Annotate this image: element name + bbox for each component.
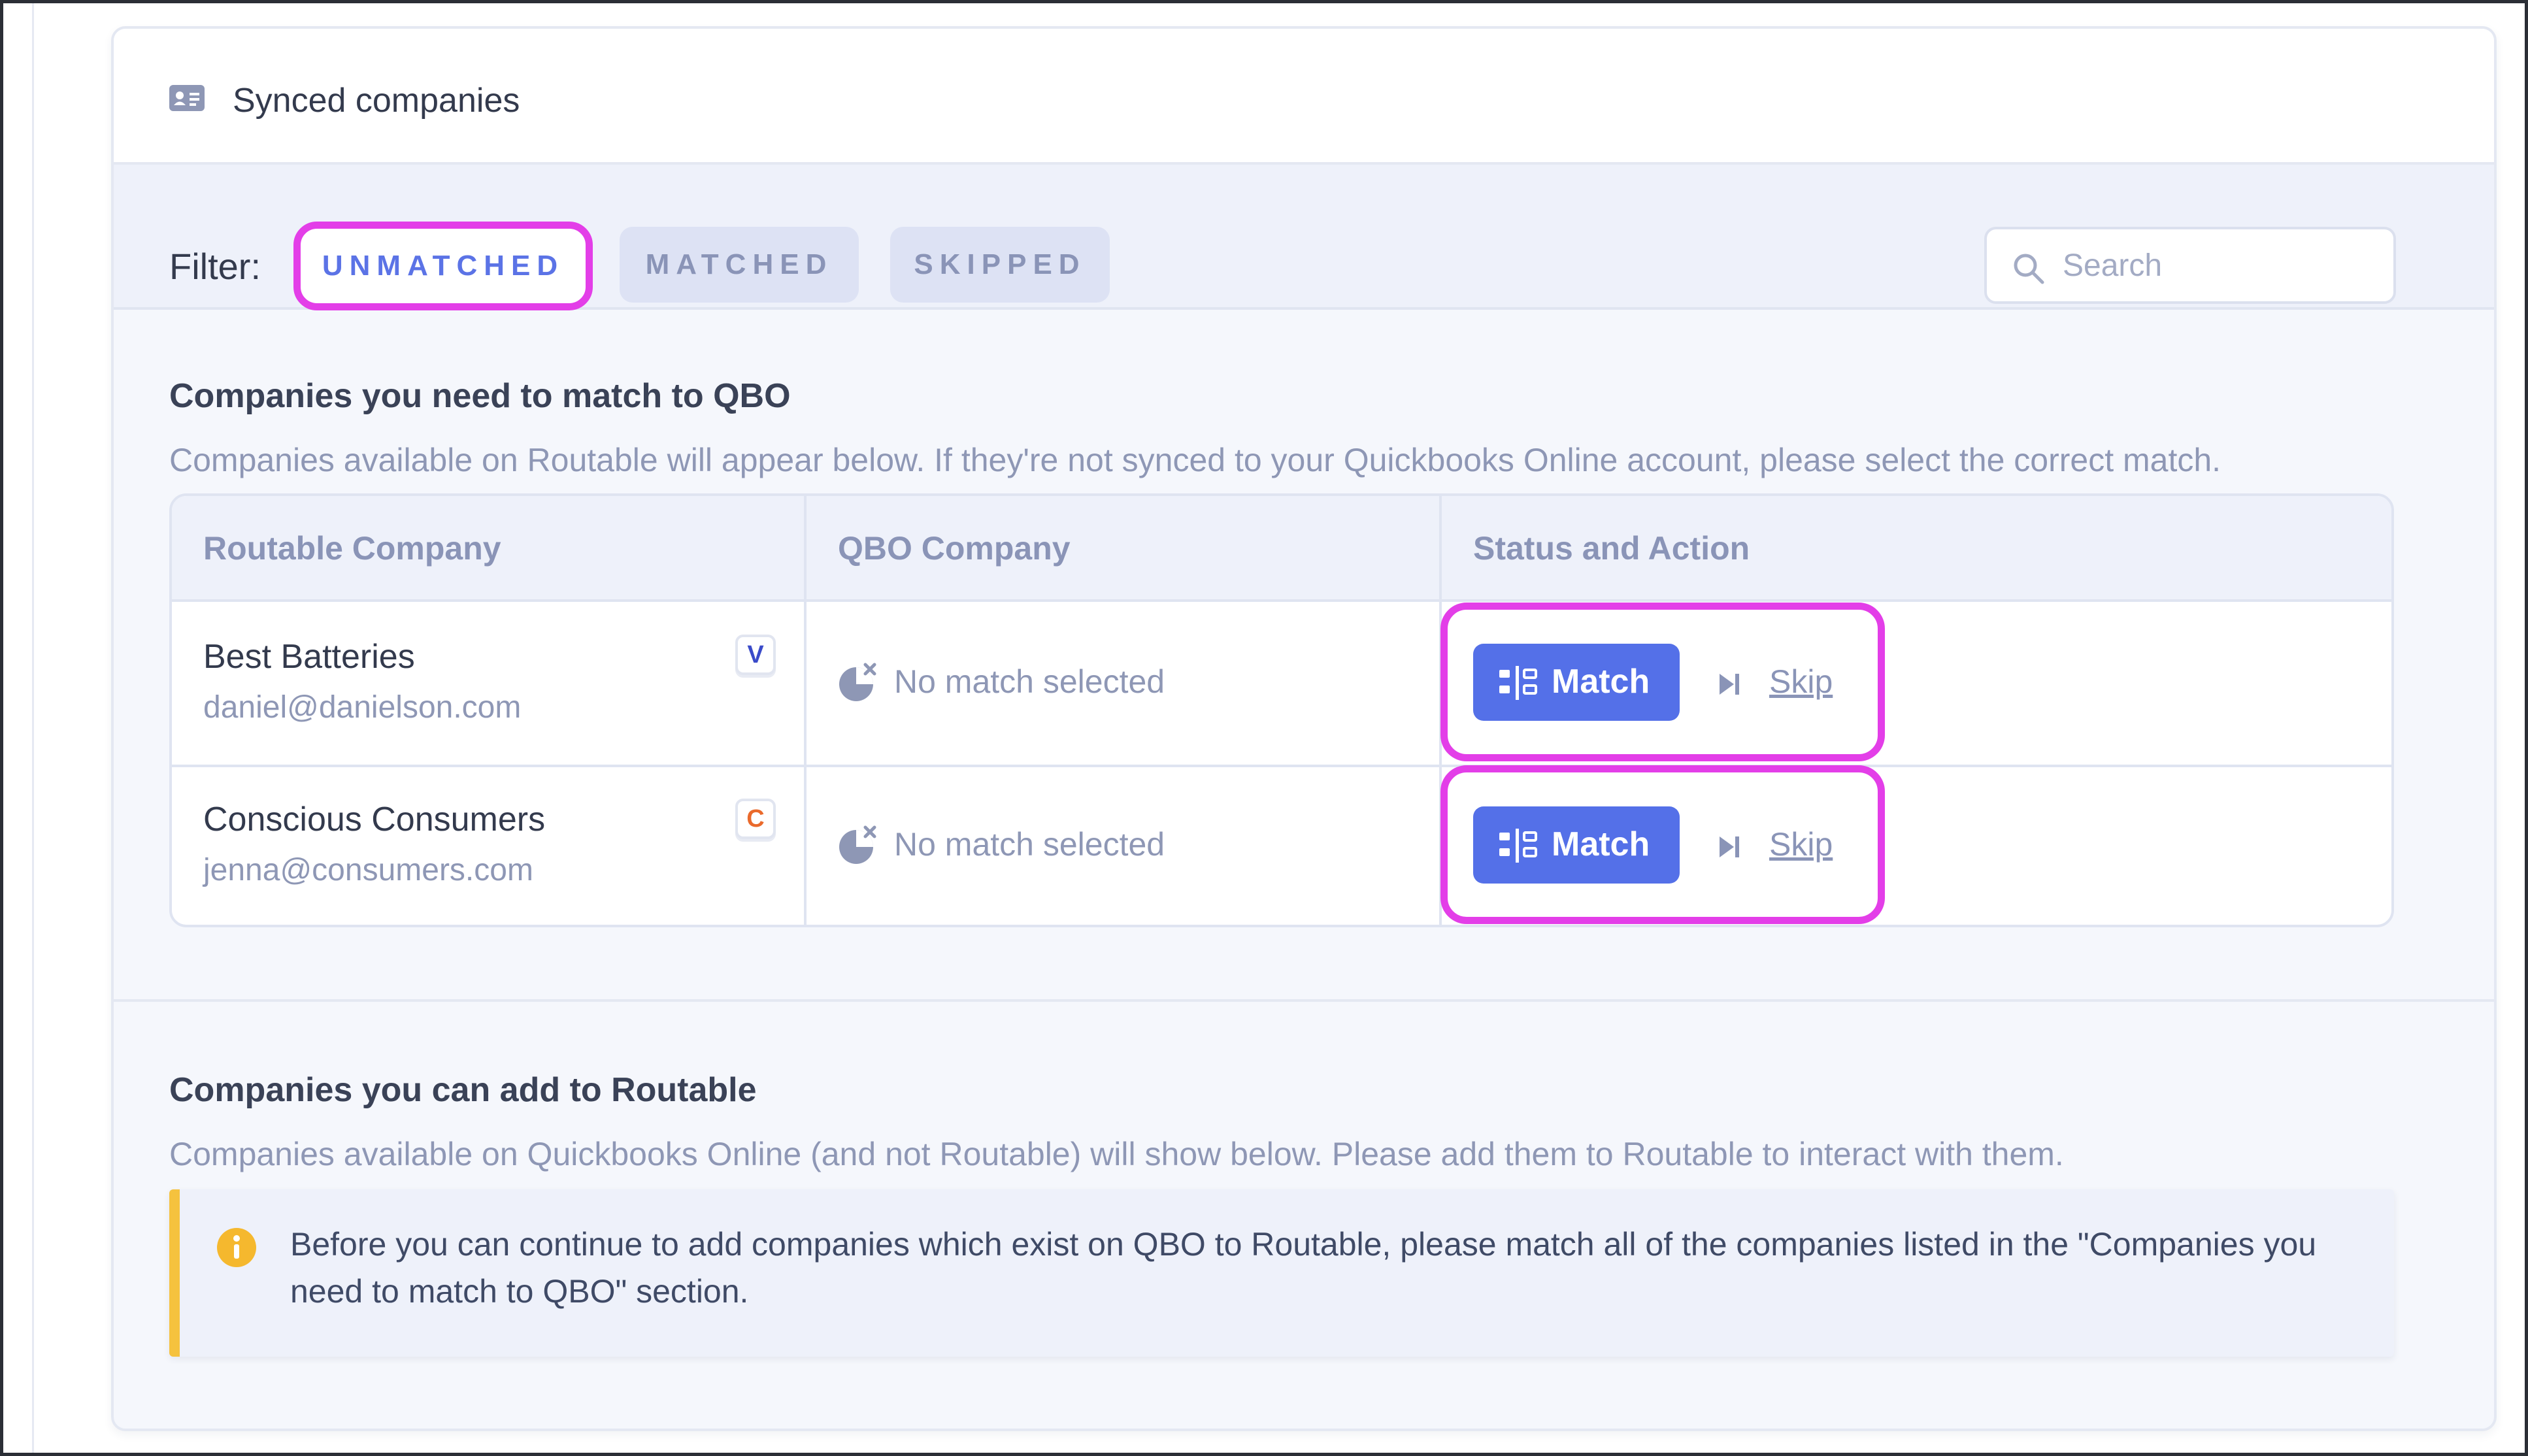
alert-text: Before you can continue to add companies… [290,1226,2317,1310]
match-section-description: Companies available on Routable will app… [169,442,2221,478]
card-title: Synced companies [233,82,520,120]
companies-table: Routable Company QBO Company Status and … [169,493,2394,927]
search-input[interactable]: Search [1984,227,2396,304]
card-header: Synced companies [114,29,2494,165]
search-icon [2014,254,2044,284]
company-email: jenna@consumers.com [203,853,533,887]
section-divider [114,999,2494,1002]
column-header-qbo-company: QBO Company [838,530,1071,567]
search-placeholder: Search [2063,248,2163,283]
add-section-title: Companies you can add to Routable [169,1071,757,1109]
filter-chip-skipped[interactable]: SKIPPED [890,227,1110,303]
no-match-text: No match selected [894,826,1165,863]
left-rule [32,0,34,1456]
company-name: Best Batteries [203,638,415,676]
company-name: Conscious Consumers [203,801,546,838]
filter-chip-unmatched[interactable]: UNMATCHED [293,222,593,310]
column-header-status-action: Status and Action [1473,530,1750,567]
no-match-text: No match selected [894,663,1165,700]
vendor-badge: V [735,635,776,675]
no-match-icon [839,663,876,701]
id-card-icon [169,85,205,111]
synced-companies-card: Synced companies Filter: UNMATCHED MATCH… [111,26,2497,1431]
info-icon [217,1228,256,1267]
filter-chip-matched[interactable]: MATCHED [620,227,859,303]
table-header: Routable Company QBO Company Status and … [172,496,2391,602]
table-row: Best Batteries daniel@danielson.com V No… [172,602,2391,765]
filter-bar: Filter: UNMATCHED MATCHED SKIPPED Search [114,165,2494,310]
info-alert: Before you can continue to add companies… [169,1189,2394,1357]
match-section-title: Companies you need to match to QBO [169,377,791,415]
company-email: daniel@danielson.com [203,690,522,725]
action-highlight [1440,603,1885,761]
column-header-routable-company: Routable Company [203,530,501,567]
add-section-description: Companies available on Quickbooks Online… [169,1136,2064,1172]
no-match-icon [839,825,876,864]
action-highlight [1440,765,1885,924]
table-row: Conscious Consumers jenna@consumers.com … [172,767,2391,925]
customer-badge: C [735,799,776,839]
filter-label: Filter: [169,246,261,287]
